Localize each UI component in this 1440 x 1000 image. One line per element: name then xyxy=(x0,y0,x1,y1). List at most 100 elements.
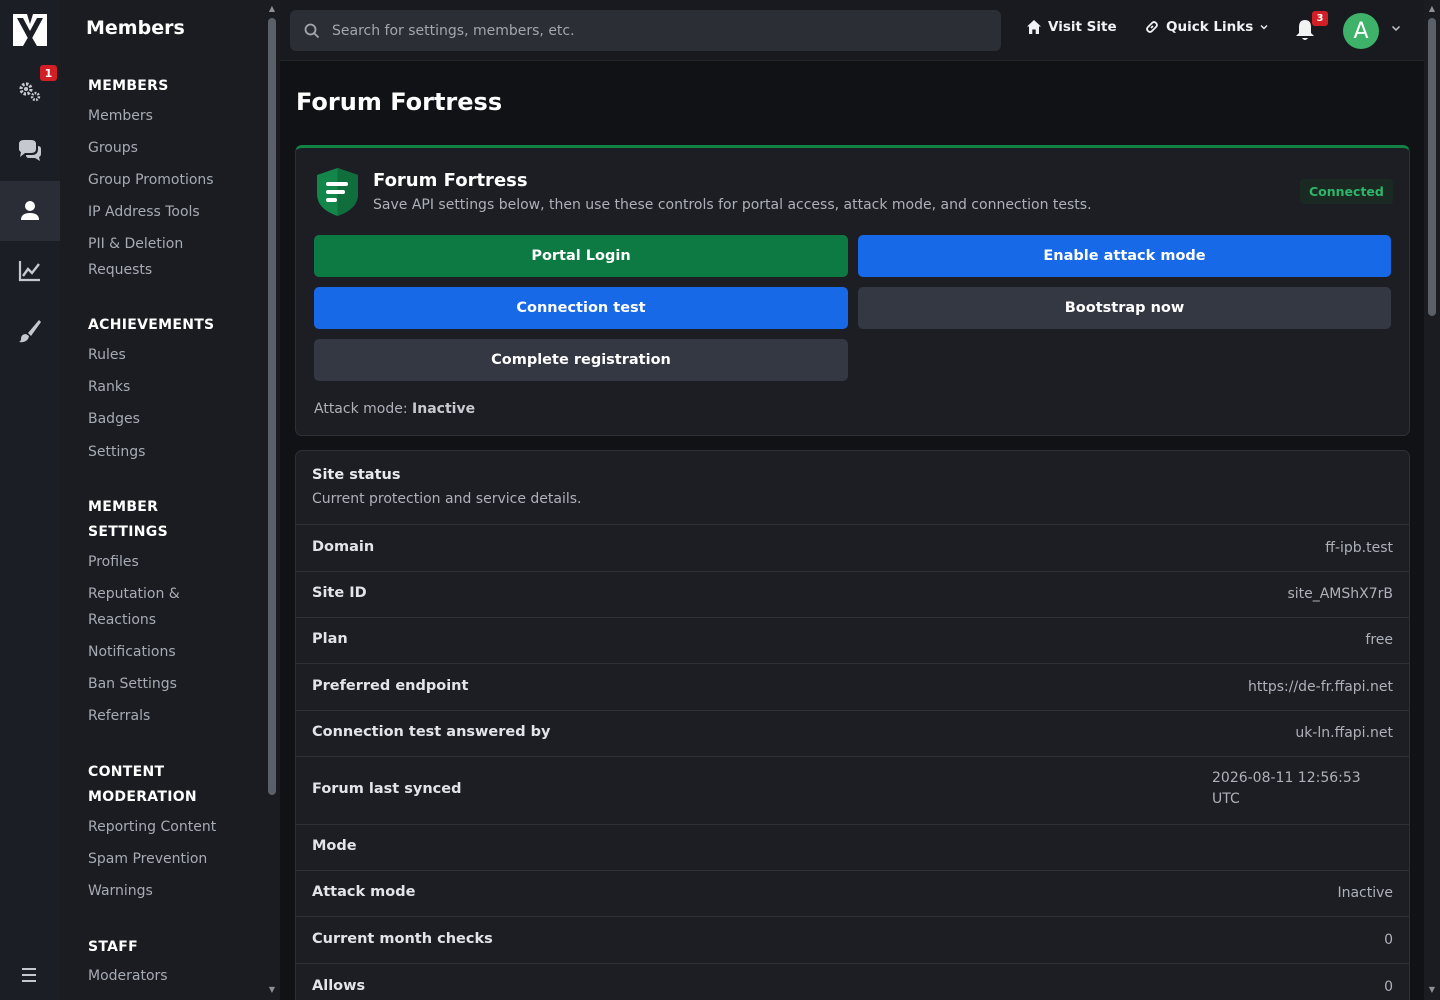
search-input[interactable] xyxy=(332,22,972,39)
status-key: Connection test answered by xyxy=(312,724,551,740)
rail-item-customization[interactable] xyxy=(0,301,60,361)
rail-item-stats[interactable] xyxy=(0,241,60,301)
status-value: 0 xyxy=(1384,932,1393,948)
quick-links-label: Quick Links xyxy=(1166,19,1254,35)
visit-site-link[interactable]: Visit Site xyxy=(1026,19,1117,35)
nav-link-members[interactable]: Members xyxy=(88,103,238,129)
nav-heading-member-settings: MEMBER SETTINGS xyxy=(88,499,168,540)
chart-icon xyxy=(18,261,40,282)
menu-icon[interactable] xyxy=(20,966,40,984)
chat-icon xyxy=(19,140,41,161)
connection-test-button[interactable]: Connection test xyxy=(314,287,848,329)
nav-link-achievement-settings[interactable]: Settings xyxy=(88,439,238,465)
secondary-sidebar: Members MEMBERS Members Groups Group Pro… xyxy=(60,0,280,1000)
status-row: Site ID site_AMShX7rB xyxy=(296,571,1409,617)
brush-icon xyxy=(19,320,41,343)
sidebar-scroll-thumb[interactable] xyxy=(268,18,276,795)
shield-icon xyxy=(317,168,358,216)
status-key: Allows xyxy=(312,978,366,994)
search-box[interactable] xyxy=(290,10,1001,51)
site-status-title: Site status xyxy=(312,467,401,483)
status-key: Forum last synced xyxy=(312,781,462,797)
nav-link-group-promotions[interactable]: Group Promotions xyxy=(88,167,238,193)
attack-mode-status: Attack mode: Inactive xyxy=(314,401,475,417)
status-row: Mode xyxy=(296,824,1409,870)
nav-link-ban-settings[interactable]: Ban Settings xyxy=(88,671,238,697)
nav-link-reporting-content[interactable]: Reporting Content xyxy=(88,814,238,840)
status-key: Plan xyxy=(312,631,348,647)
rail-item-community[interactable] xyxy=(0,121,60,181)
status-row: Plan free xyxy=(296,617,1409,663)
nav-heading-members: MEMBERS xyxy=(88,78,169,94)
nav-link-pii-deletion[interactable]: PII & Deletion Requests xyxy=(88,231,208,283)
status-row: Domain ff-ipb.test xyxy=(296,524,1409,571)
status-row: Forum last synced 2026-08-11 12:56:53 UT… xyxy=(296,756,1409,824)
complete-registration-button[interactable]: Complete registration xyxy=(314,339,848,381)
status-key: Mode xyxy=(312,838,357,854)
sidebar-title: Members xyxy=(86,17,185,39)
nav-heading-staff: STAFF xyxy=(88,939,139,955)
status-value: 2026-08-11 12:56:53 UTC xyxy=(1212,770,1361,807)
status-key: Domain xyxy=(312,539,375,555)
status-badge: Connected xyxy=(1300,179,1393,204)
fortress-name: Forum Fortress xyxy=(373,170,528,191)
nav-heading-achievements: ACHIEVEMENTS xyxy=(88,317,215,333)
logo-icon[interactable] xyxy=(13,14,47,46)
gears-icon xyxy=(19,82,41,102)
status-row: Current month checks 0 xyxy=(296,916,1409,963)
enable-attack-mode-button[interactable]: Enable attack mode xyxy=(858,235,1391,277)
nav-link-reputation[interactable]: Reputation & Reactions xyxy=(88,581,198,633)
main-scroll-up-icon[interactable]: ▲ xyxy=(1427,5,1437,13)
portal-login-button[interactable]: Portal Login xyxy=(314,235,848,277)
nav-heading-content-moderation: CONTENT MODERATION xyxy=(88,764,197,805)
nav-link-profiles[interactable]: Profiles xyxy=(88,549,238,575)
rail-item-members[interactable] xyxy=(0,181,60,241)
page-title: Forum Fortress xyxy=(296,88,503,116)
status-row: Allows 0 xyxy=(296,963,1409,1000)
notifications-badge: 3 xyxy=(1312,11,1328,26)
status-row: Connection test answered by uk-ln.ffapi.… xyxy=(296,710,1409,756)
main-scroll-down-icon[interactable]: ▼ xyxy=(1427,986,1437,994)
status-value: 0 xyxy=(1384,979,1393,995)
visit-site-label: Visit Site xyxy=(1048,19,1117,35)
status-key: Site ID xyxy=(312,585,367,601)
nav-link-groups[interactable]: Groups xyxy=(88,135,238,161)
site-status-subtitle: Current protection and service details. xyxy=(312,491,582,507)
status-value: free xyxy=(1365,632,1393,648)
sidebar-scroll-up-icon[interactable]: ▲ xyxy=(267,5,277,13)
nav-link-notifications[interactable]: Notifications xyxy=(88,639,238,665)
nav-link-spam-prevention[interactable]: Spam Prevention xyxy=(88,846,238,872)
nav-link-badges[interactable]: Badges xyxy=(88,406,238,432)
nav-link-moderators[interactable]: Moderators xyxy=(88,963,238,989)
chevron-down-icon xyxy=(1260,25,1268,30)
status-value: ff-ipb.test xyxy=(1325,540,1393,556)
forum-fortress-card: Forum Fortress Save API settings below, … xyxy=(295,145,1410,436)
settings-badge: 1 xyxy=(40,65,57,81)
quick-links-menu[interactable]: Quick Links xyxy=(1144,19,1269,35)
status-key: Current month checks xyxy=(312,931,493,947)
sidebar-scroll-down-icon[interactable]: ▼ xyxy=(267,986,277,994)
fortress-description: Save API settings below, then use these … xyxy=(373,197,1092,213)
status-row: Attack mode Inactive xyxy=(296,870,1409,916)
chevron-down-icon[interactable] xyxy=(1390,22,1402,34)
avatar[interactable]: A xyxy=(1343,13,1379,49)
status-key: Attack mode xyxy=(312,884,416,900)
status-row: Preferred endpoint https://de-fr.ffapi.n… xyxy=(296,663,1409,710)
nav-link-ip-address-tools[interactable]: IP Address Tools xyxy=(88,199,238,225)
nav-link-rules[interactable]: Rules xyxy=(88,342,238,368)
icon-rail: 1 xyxy=(0,0,60,1000)
attack-mode-value: Inactive xyxy=(412,401,476,417)
nav-link-referrals[interactable]: Referrals xyxy=(88,703,238,729)
status-value: uk-ln.ffapi.net xyxy=(1295,725,1393,741)
search-icon xyxy=(304,23,320,38)
link-icon xyxy=(1146,21,1158,33)
nav-link-ranks[interactable]: Ranks xyxy=(88,374,238,400)
bootstrap-now-button[interactable]: Bootstrap now xyxy=(858,287,1391,329)
status-value: https://de-fr.ffapi.net xyxy=(1247,679,1393,695)
status-value: Inactive xyxy=(1337,885,1393,901)
attack-mode-label: Attack mode: xyxy=(314,401,408,417)
main-scroll-thumb[interactable] xyxy=(1428,18,1436,316)
nav-link-warnings[interactable]: Warnings xyxy=(88,878,238,904)
status-key: Preferred endpoint xyxy=(312,678,469,694)
home-icon xyxy=(1027,20,1041,34)
